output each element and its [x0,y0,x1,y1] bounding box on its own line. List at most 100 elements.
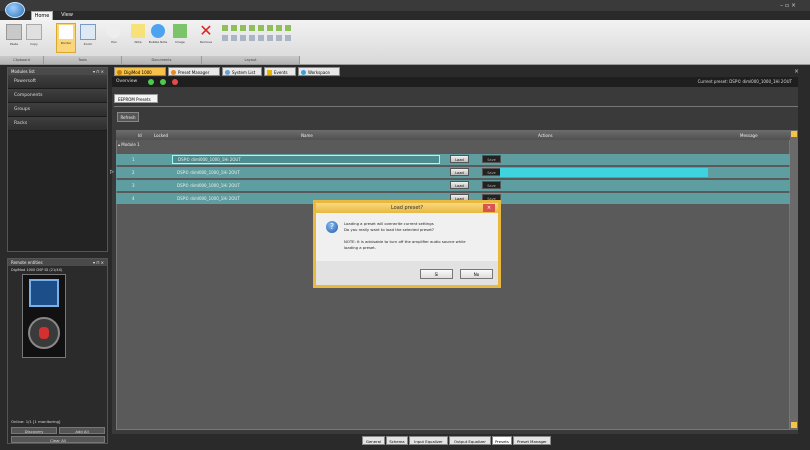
warning-icon [267,70,272,75]
nav-groups[interactable]: Groups [8,103,107,117]
discovery-button[interactable]: Discovery [11,427,57,434]
preset-name[interactable]: DSP© diml000_1000_1Hi 2OUT [177,196,240,201]
modules-panel: Modules list ▾ ⊓ × Powersoft Components G… [7,67,108,252]
status-signal-icon [160,79,166,85]
dialog-note-2: loading a preset. [344,245,376,250]
column-locked[interactable]: Locked [154,133,168,138]
copy-button[interactable]: Copy [24,23,44,53]
bubble-icon [151,24,165,38]
application-menu-orb[interactable] [5,2,25,18]
paste-icon [6,24,22,40]
save-button[interactable]: Save [482,155,501,163]
preset-name[interactable]: DSP© diml000_1000_1Hi 2OUT [177,183,240,188]
alert-person-icon [39,327,49,339]
title-bar [0,0,810,11]
refresh-button[interactable]: Refresh [117,112,139,122]
add-all-button[interactable]: Add All [59,427,105,434]
doc-tab-system-list[interactable]: System List [222,67,262,76]
bottom-tab-general[interactable]: General [362,436,385,445]
window-controls[interactable]: – ▫ × [780,2,796,9]
bottom-tab-presets[interactable]: Presets [492,436,512,445]
table-row[interactable]: 3 DSP© diml000_1000_1Hi 2OUT Load Save [116,180,790,191]
save-button[interactable]: Save [482,181,501,189]
device-icon [117,70,122,75]
bottom-tab-preset-manager[interactable]: Preset Manager [513,436,551,445]
align-icons-row[interactable] [222,35,292,41]
column-message[interactable]: Message [740,133,758,138]
bottom-tab-input-equalizer[interactable]: Input Equalizer [409,436,448,445]
hand-icon [107,24,121,38]
dialog-close-button[interactable]: × [483,204,495,212]
dialog-title: Load preset? [316,203,498,213]
nav-powersoft[interactable]: Powersoft [8,75,107,89]
device-name[interactable]: DigiMod 1000 DSP ID (21/4X) [11,268,62,272]
load-button[interactable]: Load [450,168,469,176]
tab-home[interactable]: Home [31,11,53,20]
note-button[interactable]: Note [128,23,148,53]
close-doc-icon[interactable]: × [794,68,799,75]
paste-button[interactable]: Paste [4,23,24,53]
row-id: 1 [132,157,135,162]
tab-view[interactable]: View [56,11,78,20]
panel-pin-icon[interactable]: ▾ ⊓ × [93,68,107,75]
save-button[interactable]: Save [482,168,501,176]
layout-icons-row[interactable] [222,25,292,31]
bottom-tab-output-equalizer[interactable]: Output Equalizer [449,436,491,445]
status-ok-icon [148,79,154,85]
column-actions[interactable]: Actions [538,133,553,138]
image-button[interactable]: Image [170,23,190,53]
speaker-tweeter [29,279,59,307]
panel-pin-icon[interactable]: ▾ ⊓ × [93,259,107,266]
scroll-down-arrow[interactable] [791,422,797,428]
question-icon: ? [326,221,338,233]
preset-name-field[interactable]: DSP© diml000_1000_1Hi 2OUT [172,155,440,164]
dialog-line-1: Loading a preset will overwrite current … [344,221,434,226]
bubble-note-button[interactable]: Bubble Note [148,23,168,53]
image-icon [173,24,187,38]
load-button[interactable]: Load [450,155,469,163]
no-button[interactable]: No [460,269,493,279]
vertical-scrollbar[interactable] [790,130,798,430]
bottom-tab-schema[interactable]: Schema [386,436,408,445]
doc-tab-workspace[interactable]: Workspace [298,67,340,76]
overview-label[interactable]: Overview [116,79,137,84]
row-id: 2 [132,170,135,175]
zoom-button[interactable]: Zoom [78,23,98,53]
module-group-label[interactable]: ▴ Module 1 [118,142,140,147]
selection-highlight [500,168,708,177]
layout-tools[interactable] [222,25,297,49]
row-pointer-icon: ▷ [110,169,114,175]
doc-tab-preset-manager[interactable]: Preset Manager [168,67,220,76]
remote-panel-title: Remote entities ▾ ⊓ × [8,259,107,266]
pointer-button[interactable]: Pointer [56,23,76,53]
group-layout: Layout [202,56,300,64]
doc-tab-events[interactable]: Events [264,67,296,76]
load-button[interactable]: Load [450,181,469,189]
clear-all-button[interactable]: Clear All [11,436,105,443]
row-id: 4 [132,196,135,201]
group-documents: Documents [122,56,202,64]
remote-entities-panel: Remote entities ▾ ⊓ × DigiMod 1000 DSP ID… [7,258,108,444]
table-row[interactable]: 1 DSP© diml000_1000_1Hi 2OUT Load Save [116,154,790,165]
scroll-up-arrow[interactable] [791,131,797,137]
modules-panel-title: Modules list ▾ ⊓ × [8,68,107,75]
column-id[interactable]: Id [138,133,142,138]
yes-button[interactable]: Si [420,269,453,279]
group-tools: Tools [44,56,122,64]
pan-button[interactable]: Pan [104,23,124,53]
nav-components[interactable]: Components [8,89,107,103]
eeprom-presets-tab[interactable]: EEPROM Presets [114,94,158,103]
amplifier-device-icon[interactable] [22,274,66,358]
nav-racks[interactable]: Racks [8,117,107,131]
status-alarm-icon [172,79,178,85]
note-icon [131,24,145,38]
column-name[interactable]: Name [301,133,313,138]
row-id: 3 [132,183,135,188]
doc-tab-digimod[interactable]: DigiMod 1000 [114,67,166,76]
remove-button[interactable]: ✕ Remove [196,23,216,53]
preset-icon [171,70,176,75]
table-row[interactable]: ▷ 2 DSP© diml000_1000_1Hi 2OUT Load Save [110,167,790,178]
preset-name[interactable]: DSP© diml000_1000_1Hi 2OUT [177,170,240,175]
pointer-icon [59,25,73,39]
copy-icon [26,24,42,40]
